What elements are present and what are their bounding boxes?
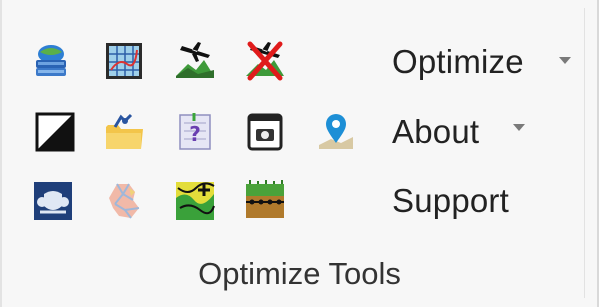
optimize-dropdown-caret-icon[interactable] xyxy=(559,57,571,64)
question-document-icon[interactable]: ? xyxy=(174,111,216,153)
svg-text:?: ? xyxy=(189,122,201,146)
database-globe-icon[interactable] xyxy=(30,40,72,82)
ribbon-group: ? Optimize About Support Optimize Tools xyxy=(0,0,599,307)
location-pin-icon[interactable] xyxy=(315,111,357,153)
coat-of-arms-icon[interactable] xyxy=(32,180,74,222)
optimize-label: Optimize xyxy=(392,43,524,80)
grid-map-icon[interactable] xyxy=(103,40,145,82)
support-button[interactable]: Support xyxy=(392,182,509,220)
about-dropdown-caret-icon[interactable] xyxy=(513,124,525,131)
black-white-square-icon[interactable] xyxy=(34,111,76,153)
group-divider xyxy=(584,8,585,298)
optimize-button[interactable]: Optimize xyxy=(392,43,524,81)
province-map-icon[interactable] xyxy=(103,180,145,222)
about-label: About xyxy=(392,113,480,150)
folder-tool-icon[interactable] xyxy=(103,111,145,153)
topographic-map-icon[interactable] xyxy=(174,180,216,222)
terrain-aircraft-icon[interactable] xyxy=(174,40,216,82)
soil-layer-icon[interactable] xyxy=(244,180,286,222)
support-label: Support xyxy=(392,182,509,219)
remove-aircraft-icon[interactable] xyxy=(244,40,286,82)
group-label: Optimize Tools xyxy=(198,256,401,291)
camera-window-icon[interactable] xyxy=(244,111,286,153)
about-button[interactable]: About xyxy=(392,113,479,151)
